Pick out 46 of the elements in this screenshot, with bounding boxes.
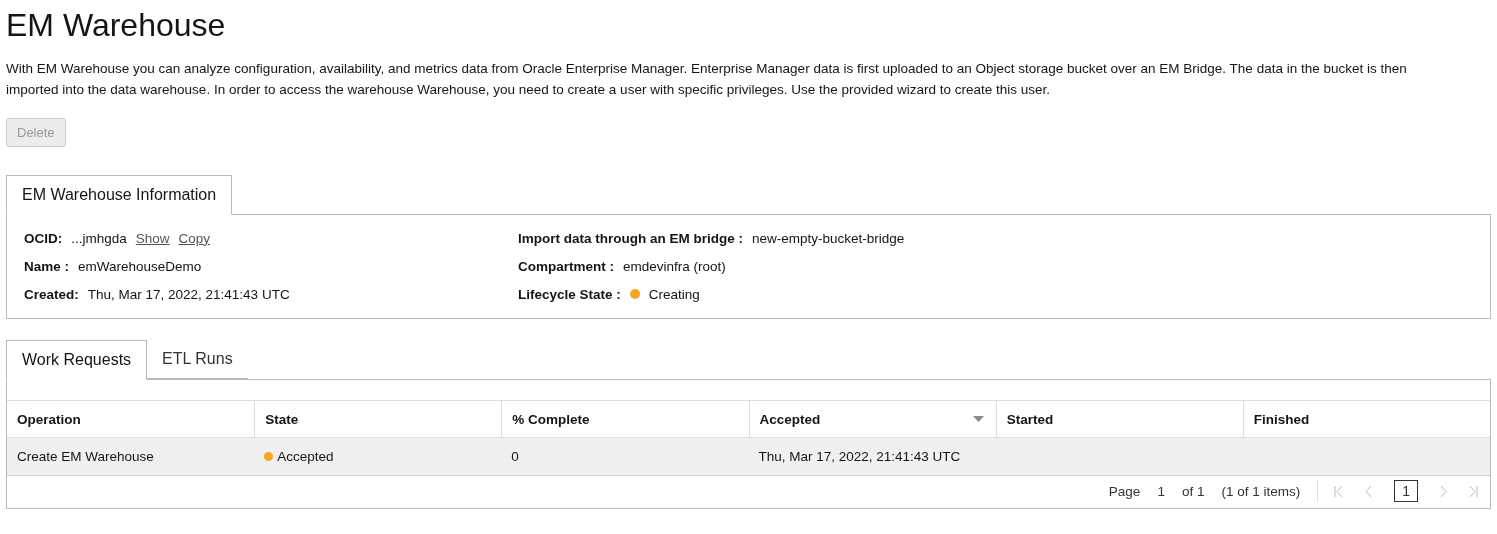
field-value: new-empty-bucket-bridge [752,230,905,246]
column-label: State [265,411,299,427]
page-title: EM Warehouse [6,6,227,44]
column-header[interactable]: State [254,401,502,437]
field-label: Name : [24,258,69,274]
column-header[interactable]: Accepted [748,401,996,437]
column-header[interactable]: Finished [1242,401,1490,437]
column-header[interactable]: Started [995,401,1243,437]
field-value: ...jmhgda [71,230,127,246]
description-text: With EM Warehouse you can analyze configuration, availability, and metrics data from Oracle Enterprise Manager. Enterprise Manager data is first uploaded to an Object storage bucket over an EM Bridge. The data in the bucket is then imported into the data warehouse. In order to access the warehouse Warehouse, you need to create a user with specific privileges. Use the provided wizard to create this user. [6,60,1408,99]
table-cell: Thu, Mar 17, 2022, 21:41:43 UTC [758,449,961,464]
column-label: Operation [17,411,81,427]
table-cell: 0 [511,449,519,464]
link[interactable]: Show [135,230,170,246]
field-value: Thu, Mar 17, 2022, 21:41:43 UTC [87,286,290,302]
last-page-icon[interactable] [1469,485,1478,497]
column-label: % Complete [512,411,590,427]
link[interactable]: Copy [178,230,211,246]
field-value: emdevinfra (root) [623,258,726,274]
field-value: emWarehouseDemo [78,258,202,274]
tab[interactable]: ETL Runs [147,340,248,379]
field-label: Created: [24,286,79,302]
tab[interactable]: EM Warehouse Information [6,175,233,215]
column-header[interactable]: % Complete [501,401,749,437]
field-label: Import data through an EM bridge : [518,230,743,246]
table-row[interactable]: Create EM Warehouse Accepted 0 Thu, Mar 17, 2022, 21:41:43 UTC [7,438,1490,476]
column-label: Finished [1253,411,1310,427]
table-cell: Create EM Warehouse [17,449,154,464]
items-count: (1 of 1 items) [1221,483,1301,499]
tab[interactable]: Work Requests [6,340,148,380]
table-cell: Accepted [277,449,334,464]
field-label: Compartment : [518,258,614,274]
column-label: Started [1006,411,1054,427]
column-header[interactable]: Operation [7,401,255,437]
field-value: Creating [648,286,700,302]
page-label: Page [1108,483,1141,499]
column-label: Accepted [759,411,821,427]
first-page-icon[interactable] [1334,485,1344,497]
page-number: 1 [1157,483,1165,499]
current-page-button[interactable]: 1 [1394,480,1418,502]
field-label: Lifecycle State : [518,286,621,302]
sort-descending-icon[interactable] [972,416,984,422]
page-count: of 1 [1181,483,1205,499]
field-label: OCID: [24,230,63,246]
previous-page-icon[interactable] [1365,485,1373,497]
next-page-icon[interactable] [1440,485,1447,497]
